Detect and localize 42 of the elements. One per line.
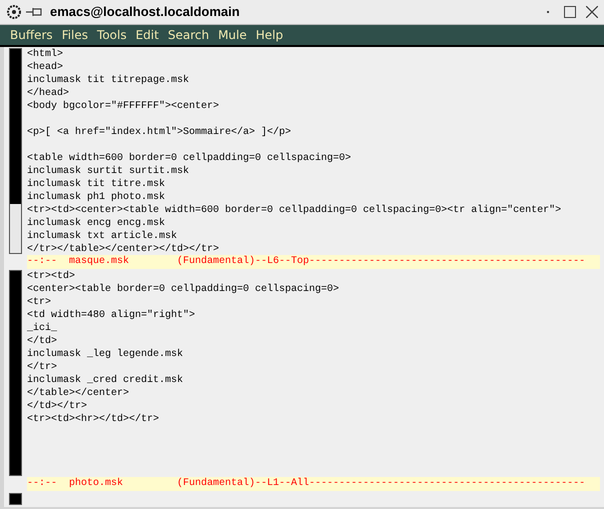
menu-item[interactable]: Mule bbox=[218, 26, 247, 44]
code-line: <p>[ <a href="index.html">Sommaire</a> ]</p> bbox=[27, 126, 292, 139]
menu-item[interactable]: Buffers bbox=[10, 26, 53, 44]
code-line: inclumask tit titre.msk bbox=[27, 178, 166, 191]
code-line: <center><table border=0 cellpadding=0 cellspacing=0> bbox=[27, 283, 340, 296]
code-line: <tr><td><hr></td></tr> bbox=[27, 413, 160, 426]
code-line: <td width=480 align="right"> bbox=[27, 309, 196, 322]
menu-item[interactable]: Help bbox=[256, 26, 284, 44]
menu-item[interactable]: Files bbox=[62, 26, 88, 44]
code-line: </td> bbox=[27, 335, 58, 348]
code-line: _ici_ bbox=[27, 322, 58, 335]
code-line: <html> bbox=[27, 48, 64, 61]
code-line: inclumask _cred credit.msk bbox=[27, 374, 184, 387]
code-line: <tr> bbox=[27, 296, 52, 309]
code-line: <tr><td> bbox=[27, 270, 76, 283]
code-line: inclumask ph1 photo.msk bbox=[27, 191, 166, 204]
code-line: inclumask encg encg.msk bbox=[27, 217, 166, 230]
code-line: inclumask tit titrepage.msk bbox=[27, 74, 190, 87]
code-line: </tr> bbox=[27, 361, 58, 374]
menu-item[interactable]: Search bbox=[168, 26, 210, 44]
code-line: </head> bbox=[27, 87, 70, 100]
code-line: <tr><td><center><table width=600 border=0 cellpadding=0 cellspacing=0><tr align="center"> bbox=[27, 204, 562, 217]
maximize-icon[interactable] bbox=[564, 6, 576, 18]
menu-item[interactable]: Edit bbox=[136, 26, 159, 44]
minibuffer-scrollbar[interactable] bbox=[9, 493, 22, 505]
code-line: inclumask _leg legende.msk bbox=[27, 348, 184, 361]
code-line: </td></tr> bbox=[27, 400, 88, 413]
app-menu-icon[interactable] bbox=[6, 4, 22, 20]
code-line: inclumask txt article.msk bbox=[27, 230, 178, 243]
code-line: <body bgcolor="#FFFFFF"><center> bbox=[27, 100, 220, 113]
code-line: </tr></table></center></td></tr> bbox=[27, 243, 220, 256]
scrollbar-track[interactable] bbox=[9, 48, 22, 254]
code-line: <table width=600 border=0 cellpadding=0 cellspacing=0> bbox=[27, 152, 352, 165]
code-line: </table></center> bbox=[27, 387, 130, 400]
minimize-icon[interactable] bbox=[546, 10, 550, 14]
pin-icon[interactable] bbox=[26, 7, 42, 17]
close-icon[interactable] bbox=[586, 6, 598, 18]
menu-item[interactable]: Tools bbox=[97, 26, 127, 44]
code-line: inclumask surtit surtit.msk bbox=[27, 165, 190, 178]
scrollbar-thumb[interactable] bbox=[10, 49, 21, 204]
window-title: emacs@localhost.localdomain bbox=[50, 3, 240, 22]
code-line: <head> bbox=[27, 61, 64, 74]
